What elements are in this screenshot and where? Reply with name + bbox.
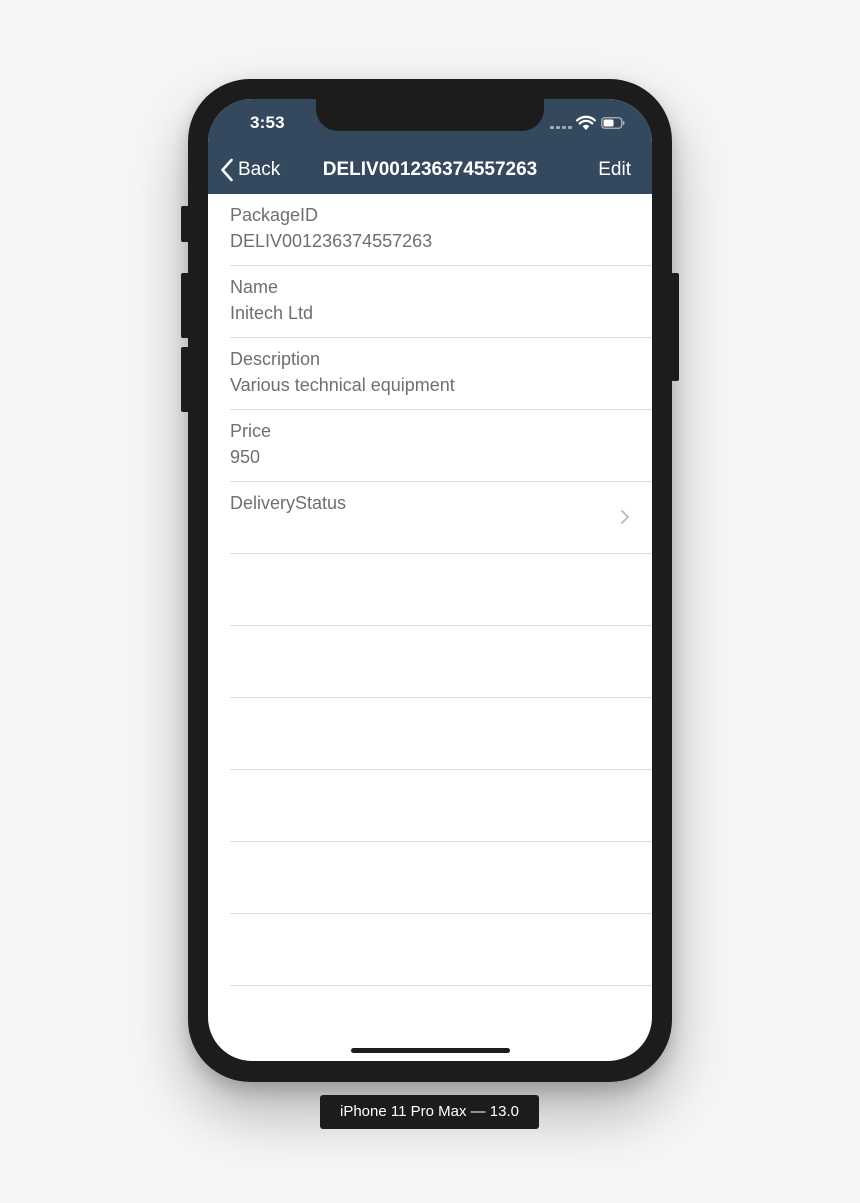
detail-list: PackageID DELIV001236374557263 Name Init… <box>208 194 652 986</box>
empty-row <box>230 914 652 986</box>
cellular-signal-icon <box>550 126 572 130</box>
edit-button[interactable]: Edit <box>598 159 631 181</box>
field-value: 950 <box>230 447 261 467</box>
field-value: Initech Ltd <box>230 303 314 323</box>
page-title: DELIV001236374557263 <box>322 159 538 180</box>
field-label: Name <box>230 277 279 297</box>
field-label: PackageID <box>230 205 319 225</box>
empty-row <box>230 770 652 842</box>
device-screen: 3:53 Back DELIV001236374557263 Edit Pack… <box>208 99 652 1061</box>
device-label: iPhone 11 Pro Max — 13.0 <box>320 1095 539 1129</box>
navigation-header: 3:53 Back DELIV001236374557263 Edit <box>208 99 652 194</box>
field-row-price: Price 950 <box>230 410 652 482</box>
status-time: 3:53 <box>250 113 285 132</box>
empty-row <box>230 554 652 626</box>
back-button[interactable]: Back <box>220 156 280 184</box>
chevron-right-icon <box>621 510 629 524</box>
field-value: DELIV001236374557263 <box>230 231 433 251</box>
empty-row <box>230 842 652 914</box>
power-button <box>671 273 679 381</box>
field-row-description: Description Various technical equipment <box>230 338 652 410</box>
wifi-icon <box>576 115 596 130</box>
field-row-name: Name Initech Ltd <box>230 266 652 338</box>
field-value: Various technical equipment <box>230 375 455 395</box>
empty-row <box>230 626 652 698</box>
field-label: Price <box>230 421 272 441</box>
chevron-left-icon <box>221 158 233 182</box>
field-row-packageid: PackageID DELIV001236374557263 <box>230 194 652 266</box>
home-indicator[interactable] <box>351 1048 510 1053</box>
field-row-deliverystatus[interactable]: DeliveryStatus <box>230 482 652 554</box>
field-label: DeliveryStatus <box>230 493 347 513</box>
empty-row <box>230 698 652 770</box>
notch <box>316 99 544 131</box>
back-button-label: Back <box>238 159 281 180</box>
field-label: Description <box>230 349 321 369</box>
battery-icon <box>601 117 625 129</box>
